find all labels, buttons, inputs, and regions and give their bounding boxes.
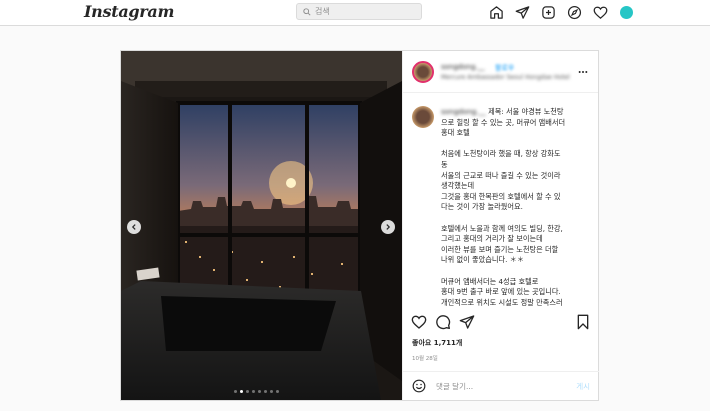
post-photo[interactable] bbox=[121, 51, 402, 400]
chevron-left-icon bbox=[131, 224, 136, 230]
carousel-dots bbox=[234, 390, 279, 393]
follow-button[interactable]: 팔로우 bbox=[495, 63, 514, 73]
likes-count[interactable]: 좋아요 1,711개 bbox=[412, 338, 462, 348]
hotel-sunset-view-image bbox=[121, 51, 402, 400]
chevron-right-icon bbox=[386, 224, 391, 230]
caption-author-avatar[interactable] bbox=[412, 106, 434, 128]
post-header: songdong.__ 팔로우 Mercure Ambassador Seoul… bbox=[403, 51, 598, 93]
caption-area: songdong.__ 제목: 서울 야경뷰 노천탕 으로 힐링 할 수 있는 … bbox=[403, 93, 599, 311]
explore-icon[interactable] bbox=[566, 4, 582, 20]
author-avatar[interactable] bbox=[412, 61, 434, 83]
comment-input[interactable]: 댓글 달기... bbox=[436, 381, 473, 392]
carousel-dot bbox=[264, 390, 267, 393]
more-options-icon[interactable] bbox=[578, 67, 588, 77]
post-date[interactable]: 10월 28일 bbox=[412, 354, 438, 362]
carousel-dot bbox=[246, 390, 249, 393]
search-icon bbox=[303, 7, 311, 16]
bookmark-icon[interactable] bbox=[575, 314, 591, 330]
share-icon[interactable] bbox=[459, 314, 475, 330]
carousel-dot bbox=[234, 390, 237, 393]
new-post-icon[interactable] bbox=[540, 4, 556, 20]
carousel-prev-button[interactable] bbox=[127, 220, 141, 234]
carousel-dot bbox=[270, 390, 273, 393]
top-nav: Instagram 검색 bbox=[0, 0, 710, 26]
search-input[interactable]: 검색 bbox=[296, 3, 422, 20]
like-heart-icon[interactable] bbox=[411, 314, 427, 330]
post-comment-button[interactable]: 게시 bbox=[576, 381, 590, 392]
home-icon[interactable] bbox=[488, 4, 504, 20]
instagram-logo[interactable]: Instagram bbox=[84, 2, 174, 21]
post-side-panel: songdong.__ 팔로우 Mercure Ambassador Seoul… bbox=[402, 51, 599, 400]
post-actions bbox=[403, 311, 599, 333]
post-card: songdong.__ 팔로우 Mercure Ambassador Seoul… bbox=[120, 50, 599, 401]
caption-body: 제목: 서울 야경뷰 노천탕 으로 힐링 할 수 있는 곳, 머큐어 앰배서더 … bbox=[441, 107, 566, 307]
search-placeholder: 검색 bbox=[315, 7, 330, 16]
caption-username[interactable]: songdong.__ bbox=[441, 107, 486, 116]
comment-icon[interactable] bbox=[435, 314, 451, 330]
carousel-next-button[interactable] bbox=[381, 220, 395, 234]
caption-text: songdong.__ 제목: 서울 야경뷰 노천탕 으로 힐링 할 수 있는 … bbox=[441, 107, 593, 308]
emoji-icon[interactable] bbox=[412, 379, 426, 393]
direct-message-icon[interactable] bbox=[514, 4, 530, 20]
post-location[interactable]: Mercure Ambassador Seoul Hongdae Hotel bbox=[441, 74, 570, 81]
carousel-dot bbox=[240, 390, 243, 393]
carousel-dot bbox=[252, 390, 255, 393]
activity-heart-icon[interactable] bbox=[592, 4, 608, 20]
profile-avatar[interactable] bbox=[618, 4, 634, 20]
carousel-dot bbox=[258, 390, 261, 393]
comment-bar: 댓글 달기... 게시 bbox=[403, 371, 599, 400]
carousel-dot bbox=[276, 390, 279, 393]
author-username[interactable]: songdong.__ bbox=[441, 63, 485, 71]
